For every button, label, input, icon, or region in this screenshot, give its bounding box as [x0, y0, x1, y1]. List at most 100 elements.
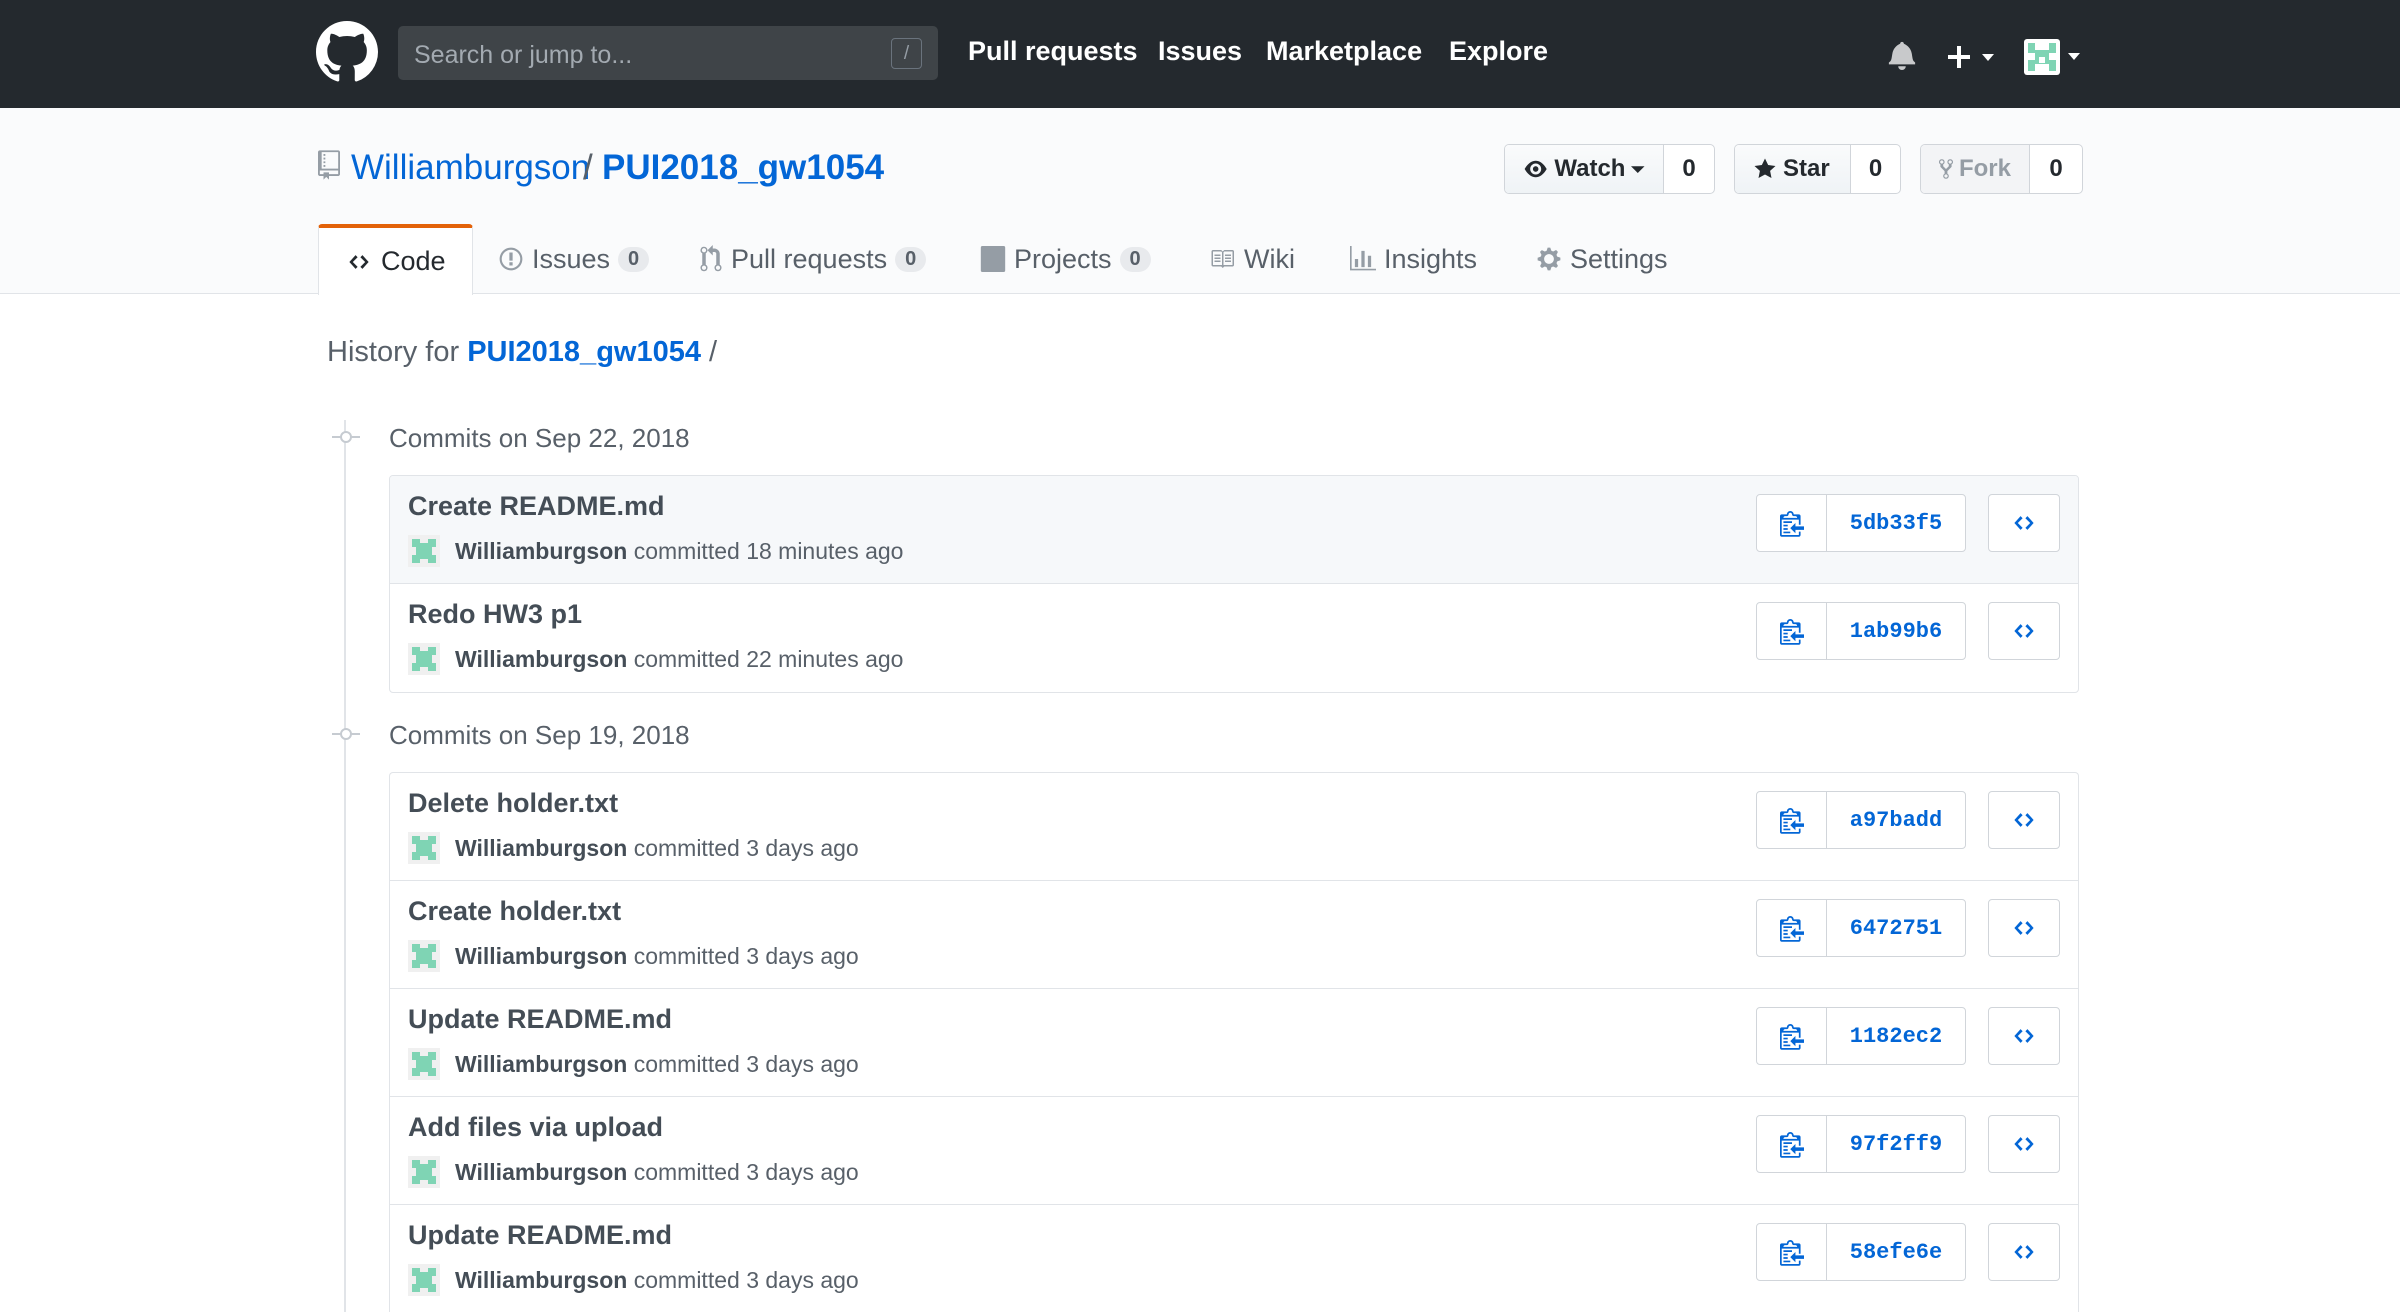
tab-projects[interactable]: Projects 0 [980, 224, 1151, 294]
commit-sha-link[interactable]: 1182ec2 [1827, 1008, 1965, 1064]
nav-pull-requests[interactable]: Pull requests [968, 36, 1138, 67]
commit-author-link[interactable]: Williamburgson [455, 646, 627, 672]
tab-settings-label: Settings [1570, 243, 1668, 274]
bell-icon[interactable] [1888, 40, 1916, 70]
graph-icon [1350, 246, 1376, 271]
star-button[interactable]: Star [1735, 145, 1851, 193]
search-placeholder: Search or jump to... [414, 41, 633, 69]
commit-sha-link[interactable]: 97f2ff9 [1827, 1116, 1965, 1172]
browse-files-button[interactable] [1988, 602, 2060, 660]
copy-sha-button[interactable] [1757, 1116, 1827, 1172]
star-count[interactable]: 0 [1851, 145, 1900, 193]
code-icon [2014, 624, 2034, 638]
copy-sha-button[interactable] [1757, 900, 1827, 956]
search-shortcut-key: / [891, 38, 922, 69]
code-icon [2014, 813, 2034, 827]
repo-icon [318, 150, 340, 180]
commit-message-link[interactable]: Create README.md [408, 491, 665, 522]
avatar-icon [2024, 39, 2080, 75]
browse-files-button[interactable] [1988, 899, 2060, 957]
commit-message-link[interactable]: Update README.md [408, 1004, 672, 1035]
nav-issues[interactable]: Issues [1158, 36, 1242, 67]
watch-count[interactable]: 0 [1664, 145, 1714, 193]
fork-count[interactable]: 0 [2030, 145, 2082, 193]
star-button-group: Star 0 [1734, 144, 1901, 194]
commit-author-link[interactable]: Williamburgson [455, 538, 627, 564]
commit-sha-link[interactable]: 5db33f5 [1827, 495, 1965, 551]
clippy-icon [1779, 808, 1804, 834]
commit-author-link[interactable]: Williamburgson [455, 1051, 627, 1077]
avatar-icon[interactable] [408, 940, 440, 972]
caret-down-icon [1631, 166, 1645, 174]
watch-button-group: Watch 0 [1504, 144, 1715, 194]
repo-owner-link[interactable]: Williamburgson [351, 148, 590, 188]
github-logo-icon[interactable] [316, 21, 378, 83]
commit-row: Update README.md Williamburgson committe… [390, 1205, 2078, 1312]
commit-meta: Williamburgson committed 3 days ago [455, 1267, 859, 1294]
nav-marketplace[interactable]: Marketplace [1266, 36, 1422, 67]
copy-sha-button[interactable] [1757, 1224, 1827, 1280]
commit-message-link[interactable]: Add files via upload [408, 1112, 663, 1143]
create-new-plus-icon[interactable] [1946, 42, 1998, 72]
tab-settings[interactable]: Settings [1536, 224, 1668, 294]
commit-author-link[interactable]: Williamburgson [455, 1267, 627, 1293]
browse-files-button[interactable] [1988, 1115, 2060, 1173]
sha-button-group: 6472751 [1756, 899, 1966, 957]
browse-files-button[interactable] [1988, 1223, 2060, 1281]
copy-sha-button[interactable] [1757, 495, 1827, 551]
browse-files-button[interactable] [1988, 1007, 2060, 1065]
clippy-icon [1779, 511, 1804, 537]
tab-insights[interactable]: Insights [1350, 224, 1477, 294]
browse-files-button[interactable] [1988, 791, 2060, 849]
commit-time: 3 days ago [746, 835, 859, 861]
avatar-icon[interactable] [408, 1156, 440, 1188]
commit-sha-link[interactable]: 58efe6e [1827, 1224, 1965, 1280]
history-repo-link[interactable]: PUI2018_gw1054 [467, 336, 701, 368]
commit-message-link[interactable]: Create holder.txt [408, 896, 621, 927]
fork-button[interactable]: Fork [1921, 145, 2030, 193]
user-avatar-menu[interactable] [2024, 39, 2084, 80]
commit-meta: Williamburgson committed 3 days ago [455, 1159, 859, 1186]
commit-message-link[interactable]: Update README.md [408, 1220, 672, 1251]
avatar-icon[interactable] [408, 535, 440, 567]
copy-sha-button[interactable] [1757, 792, 1827, 848]
commit-message-link[interactable]: Redo HW3 p1 [408, 599, 582, 630]
history-path-separator: / [709, 336, 718, 368]
avatar-icon[interactable] [408, 1264, 440, 1296]
nav-explore[interactable]: Explore [1449, 36, 1548, 67]
clippy-icon [1779, 916, 1804, 942]
commit-sha-link[interactable]: 6472751 [1827, 900, 1965, 956]
watch-button[interactable]: Watch [1505, 145, 1664, 193]
tab-wiki[interactable]: Wiki [1208, 224, 1295, 294]
timeline-line [344, 420, 346, 1312]
commit-sha-link[interactable]: a97badd [1827, 792, 1965, 848]
project-icon [980, 246, 1006, 272]
repo-name-link[interactable]: PUI2018_gw1054 [602, 148, 884, 188]
commit-verb: committed [633, 646, 740, 672]
search-input[interactable]: Search or jump to... / [398, 26, 938, 80]
tab-issues[interactable]: Issues 0 [498, 224, 650, 294]
projects-counter: 0 [1119, 246, 1151, 272]
avatar-icon[interactable] [408, 643, 440, 675]
copy-sha-button[interactable] [1757, 1008, 1827, 1064]
issue-opened-icon [499, 247, 523, 271]
commit-time: 3 days ago [746, 1267, 859, 1293]
avatar-icon[interactable] [408, 1048, 440, 1080]
tab-code[interactable]: Code [318, 224, 473, 295]
commit-day-title: Commits on Sep 19, 2018 [389, 720, 690, 750]
tab-pull-requests[interactable]: Pull requests 0 [699, 224, 927, 294]
commit-row: Add files via upload Williamburgson comm… [390, 1097, 2078, 1205]
copy-sha-button[interactable] [1757, 603, 1827, 659]
sha-button-group: 1182ec2 [1756, 1007, 1966, 1065]
sha-button-group: 58efe6e [1756, 1223, 1966, 1281]
avatar-icon[interactable] [408, 832, 440, 864]
commit-author-link[interactable]: Williamburgson [455, 835, 627, 861]
commit-author-link[interactable]: Williamburgson [455, 943, 627, 969]
commit-author-link[interactable]: Williamburgson [455, 1159, 627, 1185]
tab-code-label: Code [381, 246, 446, 276]
clippy-icon [1779, 619, 1804, 645]
browse-files-button[interactable] [1988, 494, 2060, 552]
gear-icon [1537, 247, 1561, 271]
commit-message-link[interactable]: Delete holder.txt [408, 788, 618, 819]
commit-sha-link[interactable]: 1ab99b6 [1827, 603, 1965, 659]
